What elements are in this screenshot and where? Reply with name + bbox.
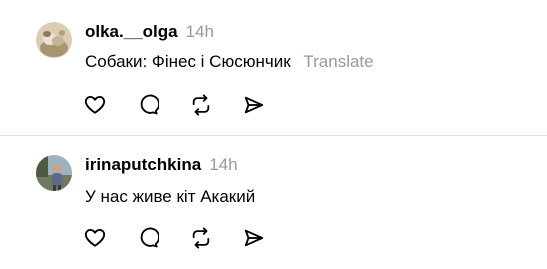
share-icon [244, 96, 264, 114]
post-divider [0, 135, 547, 136]
timestamp: 14h [185, 22, 214, 41]
share-button[interactable] [243, 94, 265, 116]
repost-icon [192, 94, 210, 116]
translate-link[interactable]: Translate [303, 52, 373, 71]
post-text-line: У нас живе кіт Акакий [85, 187, 255, 207]
post-item: olka.__olga 14h Собаки: Фінес і Сюсюнчик… [0, 0, 547, 136]
like-button[interactable] [84, 94, 106, 116]
comment-icon [140, 94, 159, 115]
repost-icon [192, 227, 210, 249]
post-text: У нас живе кіт Акакий [85, 187, 256, 206]
repost-button[interactable] [190, 227, 212, 249]
share-button[interactable] [243, 227, 265, 249]
comment-icon [140, 227, 159, 248]
repost-button[interactable] [190, 94, 212, 116]
username[interactable]: olka.__olga [85, 22, 178, 42]
action-bar [84, 94, 296, 116]
heart-icon [84, 96, 106, 114]
comment-button[interactable] [137, 227, 159, 249]
like-button[interactable] [84, 227, 106, 249]
timestamp: 14h [209, 155, 238, 174]
comment-button[interactable] [137, 94, 159, 116]
post-header: irinaputchkina 14h [85, 155, 238, 175]
username[interactable]: irinaputchkina [85, 155, 201, 175]
avatar[interactable] [36, 155, 72, 191]
post-text: Собаки: Фінес і Сюсюнчик [85, 52, 291, 71]
post-header: olka.__olga 14h [85, 22, 214, 42]
post-text-line: Собаки: Фінес і Сюсюнчик Translate [85, 52, 374, 72]
share-icon [244, 229, 264, 247]
heart-icon [84, 229, 106, 247]
action-bar [84, 227, 296, 249]
post-item: irinaputchkina 14h У нас живе кіт Акакий [0, 137, 547, 269]
avatar[interactable] [36, 22, 72, 58]
